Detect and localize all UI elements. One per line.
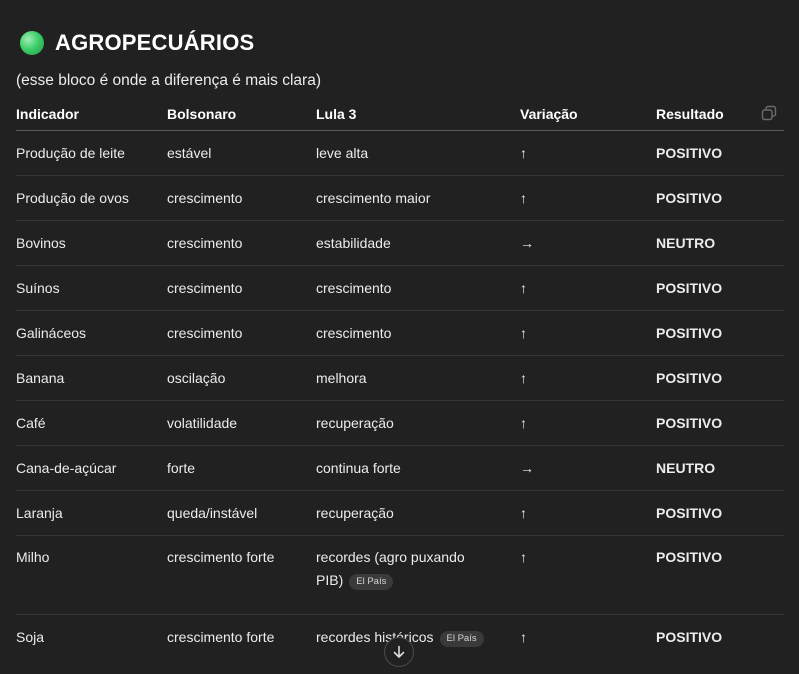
cell-resultado: POSITIVO: [656, 535, 784, 615]
table-row: Laranja queda/instável recuperação ↑ POS…: [16, 490, 784, 536]
header-indicador: Indicador: [16, 97, 167, 131]
cell-indicador: Suínos: [16, 265, 167, 311]
cell-variacao: ↑: [520, 265, 656, 311]
cell-lula: crescimento: [316, 265, 520, 311]
table-row: Bovinos crescimento estabilidade → NEUTR…: [16, 220, 784, 266]
cell-lula: recuperação: [316, 400, 520, 446]
cell-lula: recuperação: [316, 490, 520, 536]
green-circle-icon: [20, 31, 44, 55]
cell-bolsonaro: queda/instável: [167, 490, 316, 536]
table-row: Banana oscilação melhora ↑ POSITIVO: [16, 355, 784, 401]
cell-lula: recordes (agro puxando PIB) El País: [316, 535, 520, 615]
cell-bolsonaro: crescimento forte: [167, 535, 316, 615]
table-row: Galináceos crescimento crescimento ↑ POS…: [16, 310, 784, 356]
header-lula: Lula 3: [316, 97, 520, 131]
section-title: AGROPECUÁRIOS: [55, 30, 255, 55]
cell-resultado: POSITIVO: [656, 175, 784, 221]
cell-indicador: Cana-de-açúcar: [16, 445, 167, 491]
cell-resultado: POSITIVO: [656, 130, 784, 176]
cell-bolsonaro: crescimento: [167, 175, 316, 221]
cell-lula-text: recordes históricos: [316, 628, 434, 645]
cell-indicador: Milho: [16, 535, 167, 615]
cell-variacao: →: [520, 220, 656, 266]
table-row: Cana-de-açúcar forte continua forte → NE…: [16, 445, 784, 491]
chat-message-content: AGROPECUÁRIOS (esse bloco é onde a difer…: [0, 0, 799, 674]
cell-bolsonaro: crescimento: [167, 265, 316, 311]
section-subtitle: (esse bloco é onde a diferença é mais cl…: [16, 72, 321, 89]
comparison-table: Indicador Bolsonaro Lula 3 Variação Resu…: [16, 97, 784, 659]
cell-indicador: Galináceos: [16, 310, 167, 356]
cell-indicador: Produção de leite: [16, 130, 167, 176]
cell-indicador: Bovinos: [16, 220, 167, 266]
cell-indicador: Banana: [16, 355, 167, 401]
table-row: Suínos crescimento crescimento ↑ POSITIV…: [16, 265, 784, 311]
cell-lula: crescimento: [316, 310, 520, 356]
cell-indicador: Soja: [16, 628, 45, 645]
table-row: Milho crescimento forte recordes (agro p…: [16, 535, 784, 615]
cell-variacao: ↑: [520, 130, 656, 176]
scroll-to-bottom-button[interactable]: [384, 637, 414, 667]
copy-icon: [761, 105, 777, 121]
header-bolsonaro: Bolsonaro: [167, 97, 316, 131]
cell-variacao: ↑: [520, 490, 656, 536]
cell-resultado: NEUTRO: [656, 220, 784, 266]
cell-bolsonaro: oscilação: [167, 355, 316, 401]
cell-resultado: POSITIVO: [656, 628, 723, 645]
cell-variacao: ↑: [520, 355, 656, 401]
table-header-row: Indicador Bolsonaro Lula 3 Variação Resu…: [16, 97, 784, 131]
cell-indicador: Laranja: [16, 490, 167, 536]
cell-variacao: ↑: [520, 535, 656, 615]
cell-resultado: POSITIVO: [656, 490, 784, 536]
cell-lula: continua forte: [316, 445, 520, 491]
arrow-down-icon: [393, 645, 405, 658]
cell-resultado: POSITIVO: [656, 310, 784, 356]
cell-lula: melhora: [316, 355, 520, 401]
cell-indicador: Produção de ovos: [16, 175, 167, 221]
cell-variacao: ↑: [520, 310, 656, 356]
cell-indicador: Café: [16, 400, 167, 446]
cell-resultado: POSITIVO: [656, 265, 784, 311]
cell-variacao: ↑: [520, 175, 656, 221]
table-row: Produção de leite estável leve alta ↑ PO…: [16, 130, 784, 176]
header-variacao: Variação: [520, 97, 656, 131]
cell-bolsonaro: crescimento: [167, 220, 316, 266]
table-row: Café volatilidade recuperação ↑ POSITIVO: [16, 400, 784, 446]
table-row: Produção de ovos crescimento crescimento…: [16, 175, 784, 221]
cell-lula-line1: recordes (agro puxando: [316, 549, 465, 565]
source-citation-chip[interactable]: El País: [349, 574, 394, 590]
cell-lula: recordes históricos El País: [316, 615, 520, 660]
cell-resultado: POSITIVO: [656, 400, 784, 446]
cell-bolsonaro: estável: [167, 130, 316, 176]
section-heading: AGROPECUÁRIOS: [20, 30, 254, 56]
cell-bolsonaro: volatilidade: [167, 400, 316, 446]
cell-variacao: ↑: [520, 400, 656, 446]
cell-variacao: ↑: [520, 628, 527, 645]
cell-resultado: POSITIVO: [656, 355, 784, 401]
cell-lula: estabilidade: [316, 220, 520, 266]
source-citation-chip[interactable]: El País: [439, 630, 484, 647]
cell-bolsonaro: crescimento: [167, 310, 316, 356]
cell-resultado: NEUTRO: [656, 445, 784, 491]
copy-table-button[interactable]: [760, 104, 778, 122]
cell-lula-line2: PIB): [316, 572, 344, 588]
cell-bolsonaro: forte: [167, 445, 316, 491]
cell-variacao: →: [520, 445, 656, 491]
cell-lula-line2-wrap: PIB) El País: [316, 569, 520, 592]
cell-lula: leve alta: [316, 130, 520, 176]
cell-bolsonaro: crescimento forte: [167, 628, 275, 645]
cell-lula: crescimento maior: [316, 175, 520, 221]
